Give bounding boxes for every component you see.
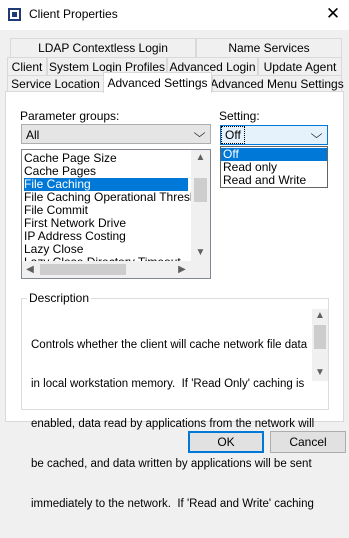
chevron-down-icon: ⌵ <box>310 127 323 141</box>
setting-label: Setting: <box>219 109 260 123</box>
description-text: Controls whether the client will cache n… <box>31 338 315 511</box>
tab-service-location[interactable]: Service Location <box>7 75 104 92</box>
app-icon <box>8 8 21 21</box>
scroll-down-icon[interactable]: ▼ <box>312 367 328 378</box>
scroll-right-icon[interactable]: ▶ <box>176 264 188 275</box>
chevron-down-icon: ⌵ <box>193 126 206 140</box>
tab-update-agent[interactable]: Update Agent <box>258 57 342 75</box>
scroll-thumb[interactable] <box>194 178 207 202</box>
scroll-up-icon[interactable]: ▲ <box>191 152 210 163</box>
scroll-down-icon[interactable]: ▼ <box>191 247 210 258</box>
scroll-thumb[interactable] <box>314 325 326 349</box>
description-group: Controls whether the client will cache n… <box>21 298 329 510</box>
description-scrollbar[interactable]: ▲ ▼ <box>312 309 328 381</box>
setting-dropdown: Off Read only Read and Write <box>220 146 328 188</box>
setting-option-read-and-write[interactable]: Read and Write <box>221 174 327 187</box>
description-label: Description <box>27 291 92 305</box>
close-icon[interactable]: ✕ <box>322 3 344 25</box>
parameter-groups-value: All <box>26 128 40 142</box>
parameter-groups-label: Parameter groups: <box>20 109 120 123</box>
setting-combo[interactable]: Off ⌵ <box>220 125 328 145</box>
scroll-up-icon[interactable]: ▲ <box>312 310 328 321</box>
scroll-thumb[interactable] <box>40 264 126 275</box>
list-vertical-scrollbar[interactable]: ▲ ▼ <box>191 150 210 261</box>
setting-value: Off <box>221 126 245 144</box>
tab-advanced-settings[interactable]: Advanced Settings <box>103 72 212 93</box>
scroll-corner <box>191 261 210 278</box>
parameter-listbox[interactable]: Cache Page Size Cache Pages File Caching… <box>21 149 211 279</box>
tab-ldap-contextless-login[interactable]: LDAP Contextless Login <box>10 38 196 57</box>
scroll-left-icon[interactable]: ◀ <box>24 264 36 275</box>
window-title: Client Properties <box>29 7 118 21</box>
list-horizontal-scrollbar[interactable]: ◀ ▶ <box>22 261 191 278</box>
advanced-settings-panel: Parameter groups: All ⌵ Setting: Off ⌵ O… <box>5 91 344 510</box>
parameter-groups-combo[interactable]: All ⌵ <box>21 124 211 144</box>
tab-client[interactable]: Client <box>7 57 47 75</box>
tab-name-services[interactable]: Name Services <box>196 38 342 57</box>
tab-advanced-menu-settings[interactable]: Advanced Menu Settings <box>210 75 344 92</box>
